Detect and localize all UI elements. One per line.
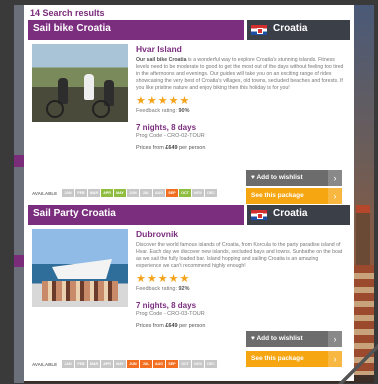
chevron-right-icon: › [328,170,342,186]
card-header: Sail bike Croatia Croatia [28,20,350,40]
price-from: Prices from £649 per person [136,323,206,329]
package-photo[interactable] [32,44,128,122]
sidebar-tab[interactable] [14,255,24,267]
month-mar: MAR [88,360,100,368]
month-apr: APR [101,189,113,197]
month-mar: MAR [88,189,100,197]
package-title[interactable]: Sail bike Croatia [33,23,111,34]
country-badge: Croatia [244,205,350,225]
trip-duration: 7 nights, 8 days [136,301,197,310]
available-label: AVAILABLE [32,191,58,196]
feedback-rating: Feedback rating: 92% [136,286,190,292]
month-sep: SEP [166,189,178,197]
sidebar-tab[interactable] [14,155,24,167]
package-content: Dubrovnik Discover the world famous isla… [136,229,344,329]
corner-decoration [338,344,378,384]
month-sep: SEP [166,360,178,368]
add-to-wishlist-button[interactable]: ♥ Add to wishlist › [246,331,342,347]
available-label: AVAILABLE [32,362,58,367]
photo-person [84,74,94,100]
price-from: Prices from £649 per person [136,145,206,151]
package-location: Hvar Island [136,44,182,54]
package-card: Sail bike Croatia Croatia Hvar Island Ou… [28,20,350,204]
month-may: MAY [114,189,126,197]
heart-icon: ♥ [251,174,255,181]
photo-person [58,78,68,104]
left-sidebar-strip [14,5,24,383]
add-to-wishlist-button[interactable]: ♥ Add to wishlist › [246,170,342,186]
package-photo[interactable] [32,229,128,307]
croatia-flag-icon [251,210,267,220]
month-jan: JAN [62,360,74,368]
availability-months: JAN FEB MAR APR MAY JUN JUL AUG SEP OCT NOV DEC [62,189,217,197]
heart-icon: ♥ [251,335,255,342]
program-code: Prog Code - CRO-02-TOUR [136,133,205,139]
month-feb: FEB [75,360,87,368]
month-apr: APR [101,360,113,368]
month-nov: NOV [192,360,204,368]
feedback-rating: Feedback rating: 90% [136,108,190,114]
month-feb: FEB [75,189,87,197]
month-jun: JUN [127,360,139,368]
package-description: Discover the world famous islands of Cro… [136,242,343,269]
results-panel: 14 Search results Sail bike Croatia Croa… [24,5,354,381]
country-name: Croatia [273,208,308,219]
month-aug: AUG [153,189,165,197]
package-title[interactable]: Sail Party Croatia [33,208,116,219]
photo-bike-wheel [92,100,110,118]
country-badge: Croatia [244,20,350,40]
photo-bike-wheel [46,100,64,118]
star-icon: ★★★★★ [136,95,191,107]
month-dec: DEC [205,360,217,368]
month-aug: AUG [153,360,165,368]
trip-duration: 7 nights, 8 days [136,123,197,132]
package-card: Sail Party Croatia Croatia Dubrovnik Dis… [28,205,350,381]
results-count: 14 Search results [30,8,105,18]
month-may: MAY [114,360,126,368]
month-jan: JAN [62,189,74,197]
month-oct: OCT [179,360,191,368]
availability-months: JAN FEB MAR APR MAY JUN JUL AUG SEP OCT NOV DEC [62,360,217,368]
month-jun: JUN [127,189,139,197]
month-dec: DEC [205,189,217,197]
month-nov: NOV [192,189,204,197]
photo-crowd [42,281,118,301]
rating-stars: ★★★★★ [136,274,344,285]
month-jul: JUL [140,189,152,197]
package-description: Our sail bike Croatia is a wonderful way… [136,57,344,91]
card-header: Sail Party Croatia Croatia [28,205,350,225]
month-oct: OCT [179,189,191,197]
star-icon: ★★★★★ [136,273,191,285]
month-jul: JUL [140,360,152,368]
package-location: Dubrovnik [136,229,179,239]
package-content: Hvar Island Our sail bike Croatia is a w… [136,44,344,151]
chevron-right-icon: › [328,188,342,204]
rating-stars: ★★★★★ [136,96,344,107]
program-code: Prog Code - CRO-03-TOUR [136,311,205,317]
screenshot-frame: 14 Search results Sail bike Croatia Croa… [0,0,378,384]
see-package-button[interactable]: See this package › [246,188,342,204]
croatia-flag-icon [251,25,267,35]
see-package-button[interactable]: See this package › [246,351,342,367]
photo-yacht [52,259,112,279]
country-name: Croatia [273,23,308,34]
